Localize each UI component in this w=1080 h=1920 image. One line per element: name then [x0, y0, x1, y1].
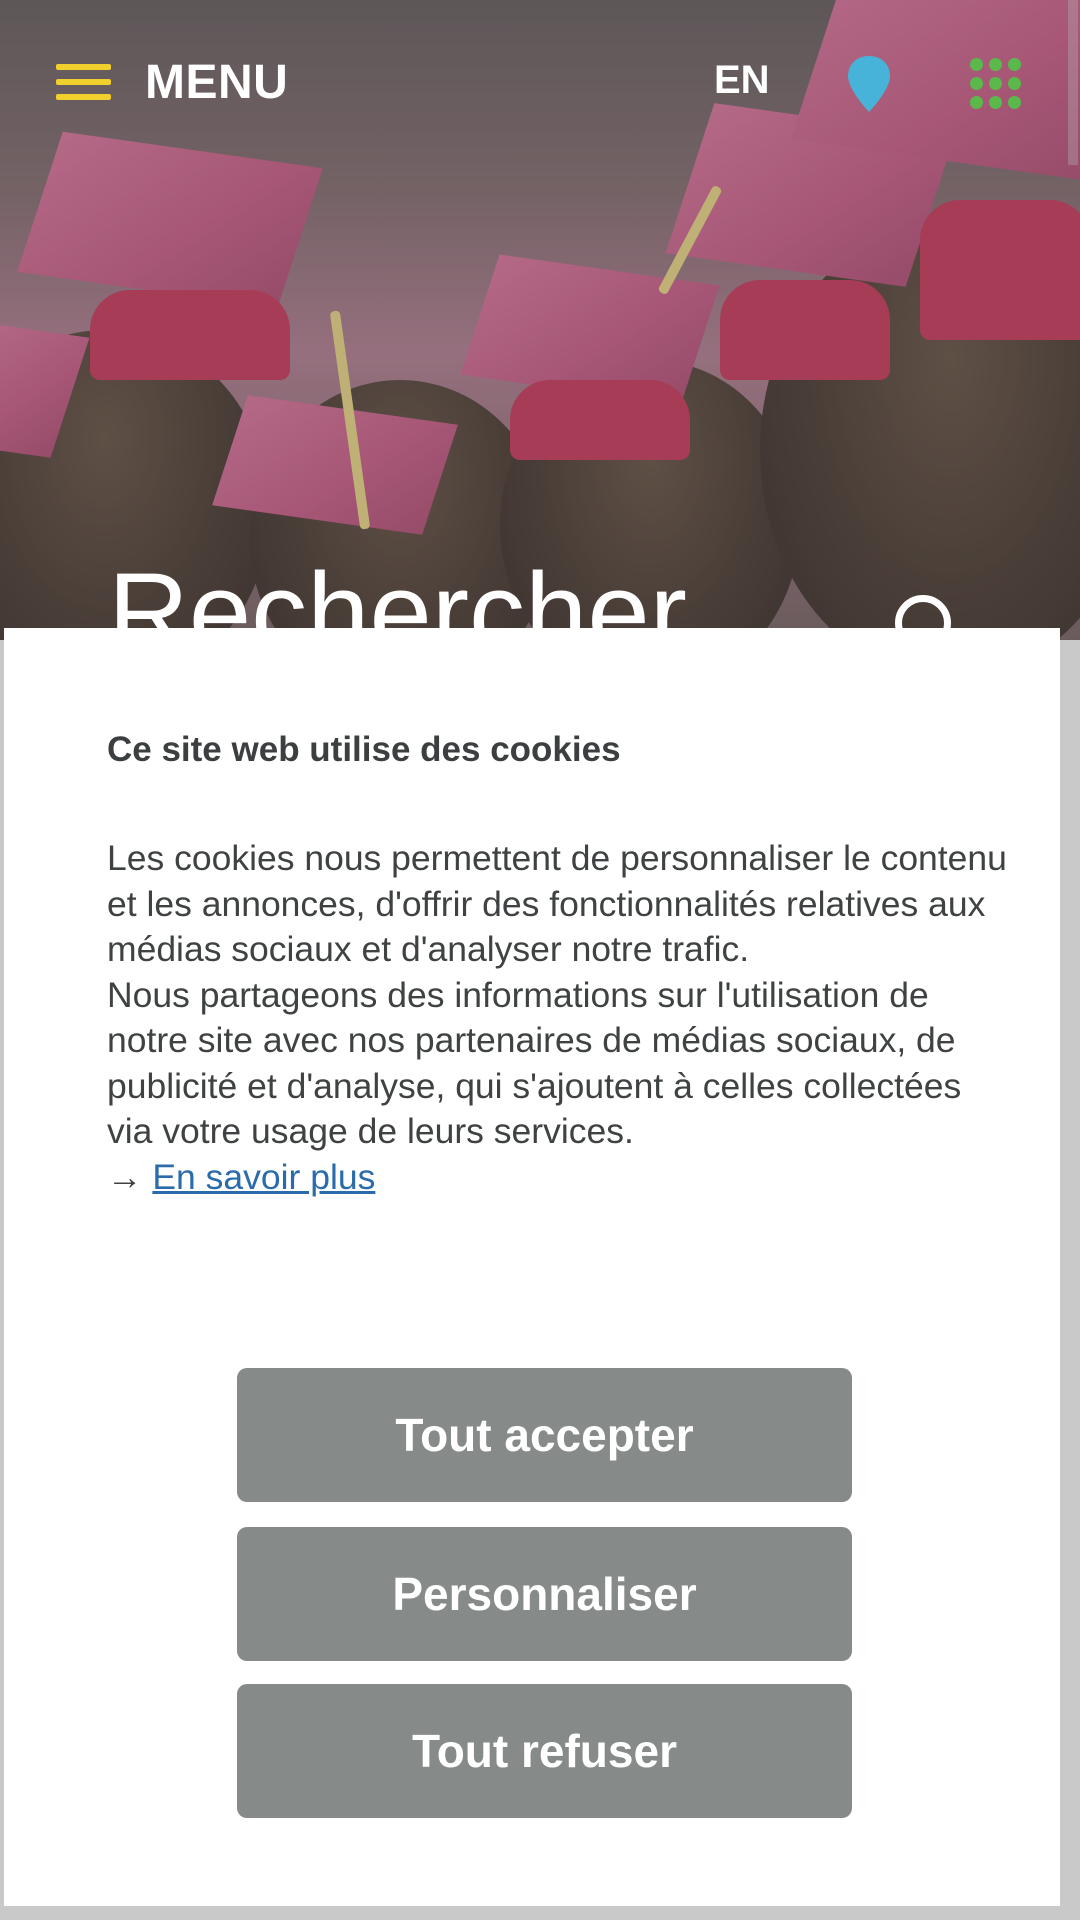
language-switch[interactable]: EN [714, 58, 770, 103]
accept-all-button[interactable]: Tout accepter [237, 1368, 852, 1502]
cookie-description: Les cookies nous permettent de personnal… [107, 836, 1007, 1200]
learn-more-link[interactable]: En savoir plus [152, 1157, 375, 1197]
hamburger-icon [56, 64, 111, 100]
refuse-all-button[interactable]: Tout refuser [237, 1684, 852, 1818]
menu-button[interactable]: MENU [56, 52, 288, 112]
scrollbar[interactable] [1068, 0, 1078, 165]
cookie-paragraph-1: Les cookies nous permettent de personnal… [107, 838, 1007, 969]
menu-label: MENU [145, 55, 289, 109]
cookie-title: Ce site web utilise des cookies [107, 730, 621, 769]
apps-grid-icon[interactable] [970, 58, 1022, 110]
cookie-paragraph-2: Nous partageons des informations sur l'u… [107, 974, 962, 1152]
site-header: MENU EN [0, 0, 1080, 165]
map-pin-icon[interactable] [845, 54, 893, 114]
customize-button[interactable]: Personnaliser [237, 1527, 852, 1661]
arrow-right-icon: → [107, 1156, 143, 1197]
cookie-consent-dialog: Ce site web utilise des cookies Les cook… [4, 628, 1060, 1906]
